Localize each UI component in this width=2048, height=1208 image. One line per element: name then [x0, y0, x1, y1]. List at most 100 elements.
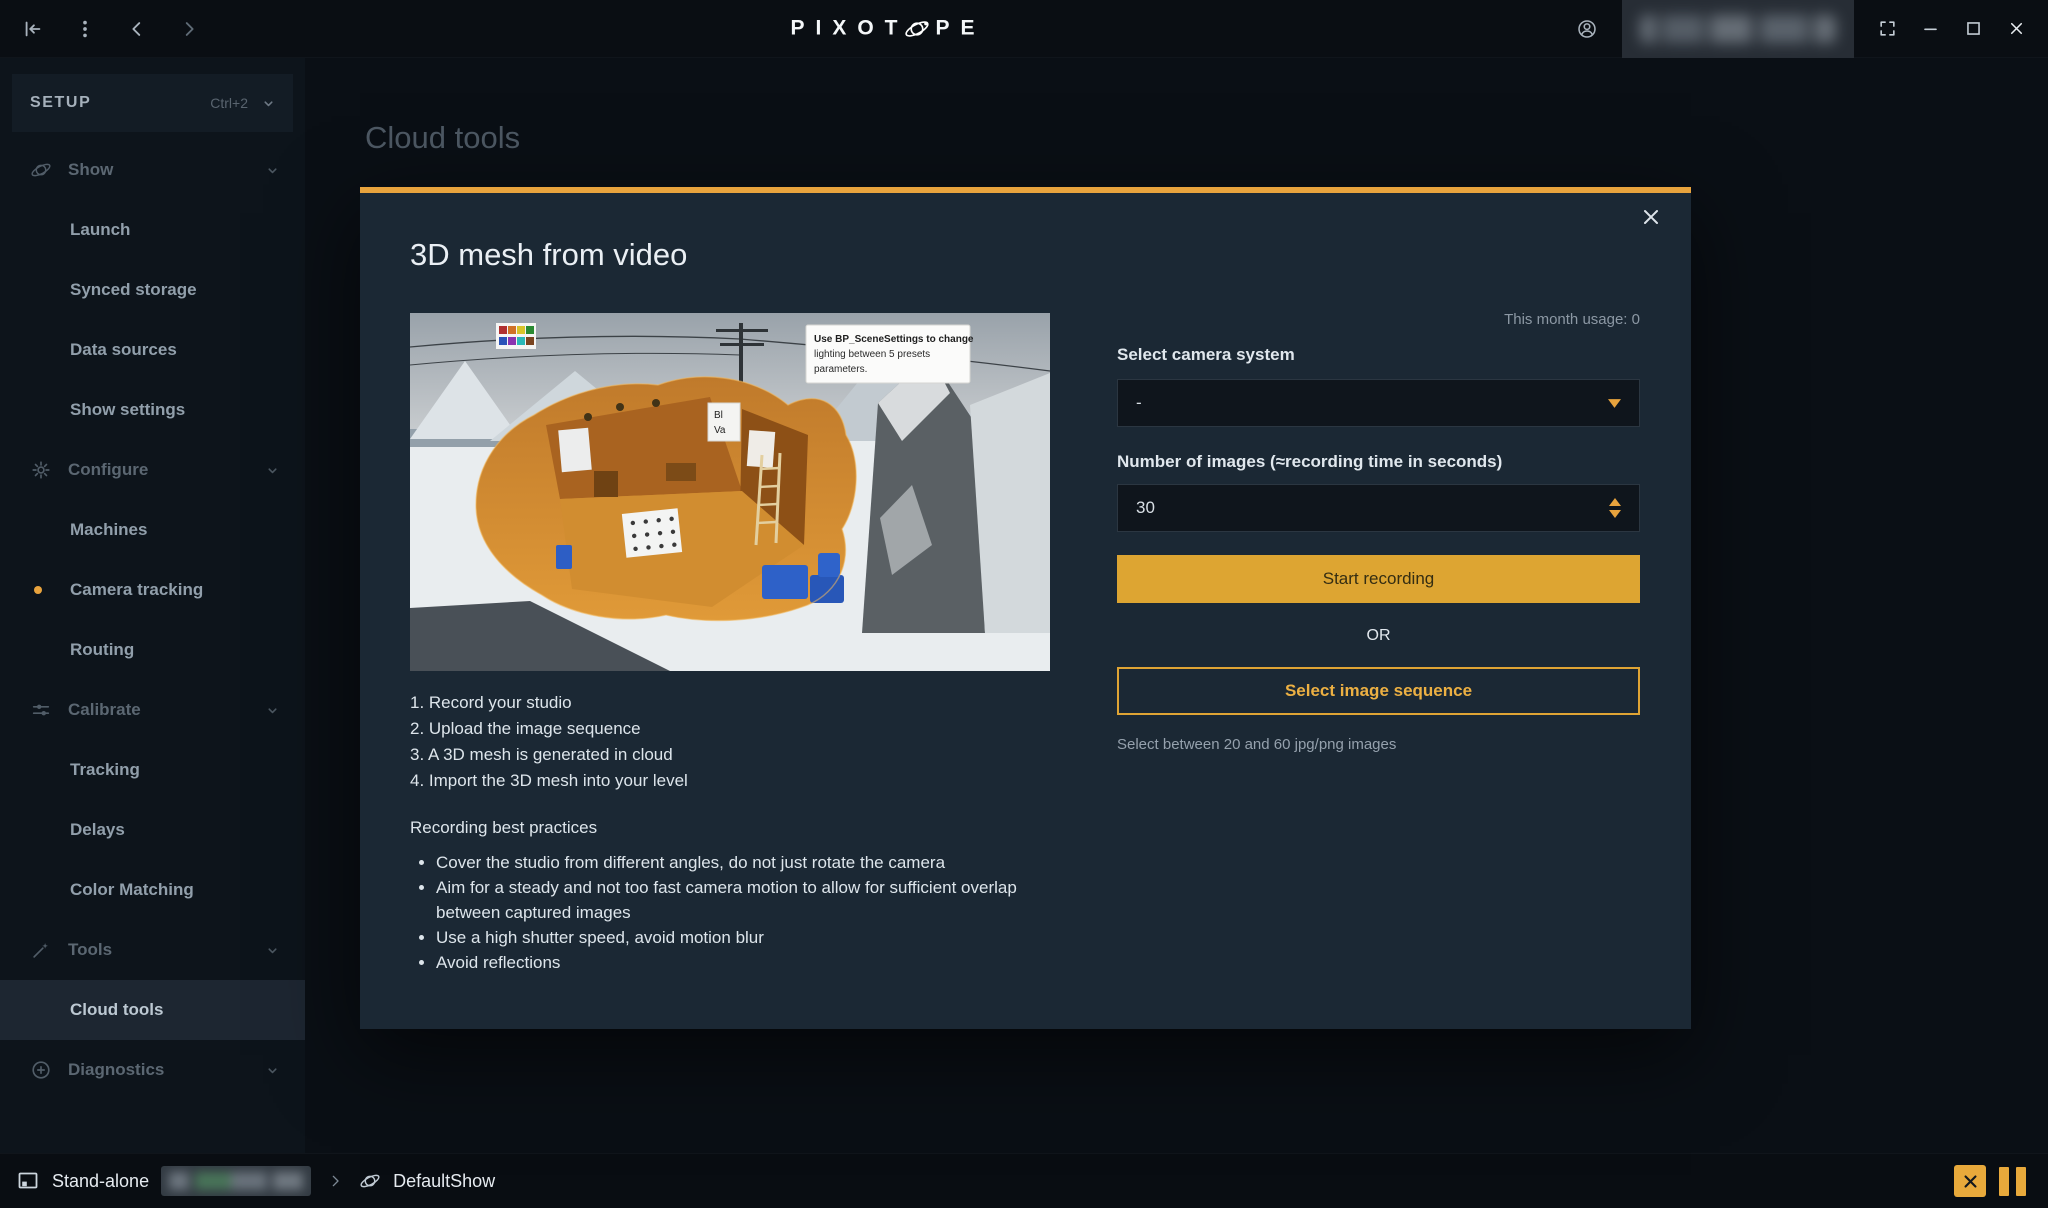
sidebar-item-calibrate[interactable]: Calibrate: [0, 680, 305, 740]
chevron-down-icon: [1608, 399, 1621, 408]
best-practice-item: Use a high shutter speed, avoid motion b…: [436, 925, 1050, 950]
number-of-images-value: 30: [1136, 498, 1155, 518]
diagnostics-icon: [30, 1059, 52, 1081]
collapse-sidebar-icon[interactable]: [22, 18, 44, 40]
monthly-usage-text: This month usage: 0: [1117, 311, 1640, 328]
step-item: 3. A 3D mesh is generated in cloud: [410, 742, 1050, 768]
stepper-down-icon[interactable]: [1609, 510, 1621, 518]
svg-text:Va: Va: [714, 425, 726, 436]
close-x-icon: [1962, 1173, 1979, 1190]
back-icon[interactable]: [126, 18, 148, 40]
chevron-down-icon: [266, 1064, 279, 1077]
blurred-account-name: [1622, 0, 1854, 58]
mode-selector[interactable]: Stand-alone: [52, 1171, 149, 1192]
studio-scan-preview-image: Use BP_SceneSettings to change lighting …: [410, 313, 1050, 671]
machine-icon: [16, 1169, 40, 1193]
dialog-title: 3D mesh from video: [410, 237, 687, 273]
fullscreen-icon[interactable]: [1878, 19, 1897, 38]
sidebar-item-cloud-tools[interactable]: Cloud tools: [0, 980, 305, 1040]
sidebar-item-data-sources[interactable]: Data sources: [0, 320, 305, 380]
sidebar-item-machines[interactable]: Machines: [0, 500, 305, 560]
chevron-right-icon: [327, 1173, 343, 1189]
camera-system-label: Select camera system: [1117, 345, 1295, 365]
best-practice-item: Avoid reflections: [436, 950, 1050, 975]
sidebar-item-camera-tracking[interactable]: Camera tracking: [0, 560, 305, 620]
scene-callout-note: Use BP_SceneSettings to change lighting …: [806, 325, 974, 383]
section-selector-setup[interactable]: SETUP Ctrl+2: [12, 74, 293, 132]
step-item: 1. Record your studio: [410, 690, 1050, 716]
chevron-down-icon: [262, 97, 275, 110]
image-count-helper-text: Select between 20 and 60 jpg/png images: [1117, 736, 1396, 753]
sidebar-item-routing[interactable]: Routing: [0, 620, 305, 680]
sidebar-item-tracking[interactable]: Tracking: [0, 740, 305, 800]
sidebar-item-color-matching[interactable]: Color Matching: [0, 860, 305, 920]
minimize-icon[interactable]: [1921, 19, 1940, 38]
chevron-down-icon: [266, 164, 279, 177]
mesh-from-video-dialog: 3D mesh from video: [360, 187, 1691, 1029]
sidebar-item-diagnostics[interactable]: Diagnostics: [0, 1040, 305, 1100]
best-practices-list: Cover the studio from different angles, …: [410, 850, 1050, 975]
camera-system-select[interactable]: -: [1117, 379, 1640, 427]
chevron-down-icon: [266, 944, 279, 957]
close-window-icon[interactable]: [2007, 19, 2026, 38]
number-stepper[interactable]: [1609, 498, 1621, 518]
maximize-icon[interactable]: [1964, 19, 1983, 38]
camera-system-value: -: [1136, 393, 1142, 413]
current-show-selector[interactable]: DefaultShow: [393, 1171, 495, 1192]
chevron-down-icon: [266, 464, 279, 477]
best-practice-item: Aim for a steady and not too fast camera…: [436, 875, 1050, 925]
pixotope-logo: PIXOT PE: [790, 15, 985, 42]
steps-list: 1. Record your studio 2. Upload the imag…: [410, 690, 1050, 794]
color-checker-chart: [496, 323, 536, 349]
step-item: 2. Upload the image sequence: [410, 716, 1050, 742]
atom-logo-icon: [904, 15, 931, 42]
top-bar: PIXOT PE: [0, 0, 2048, 58]
show-orbit-icon: [359, 1170, 381, 1192]
status-bar: Stand-alone DefaultShow: [0, 1153, 2048, 1208]
pause-bar: [2016, 1167, 2026, 1196]
or-separator: OR: [1117, 627, 1640, 645]
pause-bar: [1999, 1167, 2009, 1196]
svg-text:parameters.: parameters.: [814, 364, 867, 375]
chevron-down-icon: [266, 704, 279, 717]
logo-text-left: PIXOT: [790, 17, 908, 41]
active-indicator-dot: [34, 586, 42, 594]
svg-text:lighting between 5 presets: lighting between 5 presets: [814, 349, 930, 360]
app-window: PIXOT PE SET: [0, 0, 2048, 1208]
sidebar-item-tools[interactable]: Tools: [0, 920, 305, 980]
select-image-sequence-button[interactable]: Select image sequence: [1117, 667, 1640, 715]
recording-form: This month usage: 0 Select camera system…: [1117, 193, 1640, 893]
gear-icon: [30, 459, 52, 481]
blurred-machine-name: [161, 1166, 311, 1196]
stepper-up-icon[interactable]: [1609, 498, 1621, 506]
sidebar-item-configure[interactable]: Configure: [0, 440, 305, 500]
number-of-images-label: Number of images (≈recording time in sec…: [1117, 452, 1502, 472]
kebab-menu-icon[interactable]: [74, 18, 96, 40]
sidebar-item-show[interactable]: Show: [0, 140, 305, 200]
sidebar-item-delays[interactable]: Delays: [0, 800, 305, 860]
sidebar-item-show-settings[interactable]: Show settings: [0, 380, 305, 440]
svg-text:Bl: Bl: [714, 410, 723, 421]
forward-icon[interactable]: [178, 18, 200, 40]
calibrate-sliders-icon: [30, 699, 52, 721]
sidebar: SETUP Ctrl+2 Show Launch Synced storage …: [0, 58, 305, 1153]
instructions-block: 1. Record your studio 2. Upload the imag…: [410, 690, 1050, 975]
stop-show-button[interactable]: [1954, 1165, 1986, 1197]
number-of-images-input[interactable]: 30: [1117, 484, 1640, 532]
logo-text-right: PE: [936, 17, 986, 41]
best-practice-item: Cover the studio from different angles, …: [436, 850, 1050, 875]
page-title: Cloud tools: [365, 120, 520, 156]
best-practices-title: Recording best practices: [410, 815, 1050, 841]
start-recording-button[interactable]: Start recording: [1117, 555, 1640, 603]
account-icon[interactable]: [1576, 18, 1598, 40]
sidebar-item-launch[interactable]: Launch: [0, 200, 305, 260]
section-label: SETUP: [30, 94, 91, 112]
show-orbit-icon: [30, 159, 52, 181]
scene-tag-note: Bl Va: [708, 403, 740, 441]
sidebar-item-synced-storage[interactable]: Synced storage: [0, 260, 305, 320]
wand-icon: [30, 939, 52, 961]
step-item: 4. Import the 3D mesh into your level: [410, 768, 1050, 794]
pause-button[interactable]: [1999, 1167, 2026, 1196]
svg-text:Use BP_SceneSettings to change: Use BP_SceneSettings to change: [814, 334, 974, 345]
close-dialog-icon[interactable]: [1639, 205, 1663, 229]
